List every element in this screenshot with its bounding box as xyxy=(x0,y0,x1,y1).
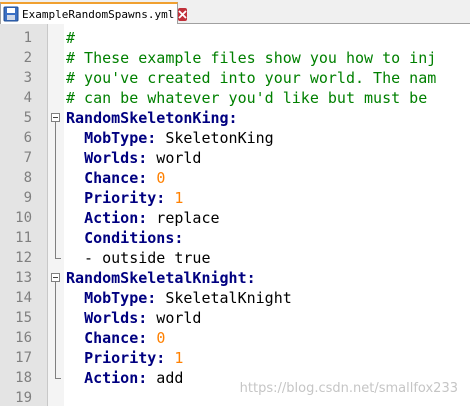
tab-filename: ExampleRandomSpawns.yml xyxy=(22,7,175,21)
line-number: 17 xyxy=(15,350,32,366)
code-text: Priority: 1 xyxy=(84,349,184,367)
code-text: Action: add xyxy=(84,369,184,387)
line-number: 9 xyxy=(23,190,32,206)
code-line[interactable]: 9 Priority: 1 xyxy=(0,188,470,208)
code-line[interactable]: 5 RandomSkeletonKing: xyxy=(0,108,470,128)
code-line[interactable]: 14 MobType: SkeletalKnight xyxy=(0,288,470,308)
tab-examplerandomspawns[interactable]: ExampleRandomSpawns.yml xyxy=(0,2,188,24)
code-line[interactable]: 8 Chance: 0 xyxy=(0,168,470,188)
code-line[interactable]: 12 - outside true xyxy=(0,248,470,268)
code-line[interactable]: 17 Priority: 1 xyxy=(0,348,470,368)
line-number: 11 xyxy=(15,230,32,246)
code-text: Priority: 1 xyxy=(84,189,184,207)
line-number: 18 xyxy=(15,370,32,386)
close-icon[interactable] xyxy=(178,7,188,21)
code-text: # xyxy=(66,29,76,47)
line-number: 13 xyxy=(15,270,32,286)
code-line[interactable]: 13 RandomSkeletalKnight: xyxy=(0,268,470,288)
code-text: Conditions: xyxy=(84,229,184,247)
line-number: 19 xyxy=(15,390,32,406)
line-number: 2 xyxy=(23,50,32,66)
code-text: # These example files show you how to in… xyxy=(66,49,437,67)
code-editor[interactable]: 1 #2 # These example files show you how to… xyxy=(0,24,470,406)
line-number: 8 xyxy=(23,170,32,186)
code-text: RandomSkeletalKnight: xyxy=(66,269,256,287)
fold-guide-line xyxy=(55,282,56,378)
fold-end-marker xyxy=(55,378,61,379)
code-line[interactable]: 6 MobType: SkeletonKing xyxy=(0,128,470,148)
line-number: 16 xyxy=(15,330,32,346)
line-number: 10 xyxy=(15,210,32,226)
line-number: 15 xyxy=(15,310,32,326)
code-text: Chance: 0 xyxy=(84,329,166,347)
code-text: MobType: SkeletonKing xyxy=(84,129,274,147)
fold-toggle-icon[interactable] xyxy=(51,113,60,122)
line-number: 6 xyxy=(23,130,32,146)
code-text: # can be whatever you'd like but must be xyxy=(66,89,428,107)
fold-end-marker xyxy=(55,258,61,259)
code-line[interactable]: 16 Chance: 0 xyxy=(0,328,470,348)
code-text: RandomSkeletonKing: xyxy=(66,109,238,127)
code-text: Worlds: world xyxy=(84,149,202,167)
line-number: 3 xyxy=(23,70,32,86)
line-number: 7 xyxy=(23,150,32,166)
code-line[interactable]: 11 Conditions: xyxy=(0,228,470,248)
line-number: 5 xyxy=(23,110,32,126)
fold-toggle-icon[interactable] xyxy=(51,273,60,282)
code-line[interactable]: 4 # can be whatever you'd like but must b… xyxy=(0,88,470,108)
code-text: Action: replace xyxy=(84,209,220,227)
tab-bar: ExampleRandomSpawns.yml xyxy=(0,0,470,24)
code-line[interactable]: 3 # you've created into your world. The n… xyxy=(0,68,470,88)
code-text: # you've created into your world. The na… xyxy=(66,69,437,87)
line-number: 12 xyxy=(15,250,32,266)
line-number: 4 xyxy=(23,90,32,106)
code-text: - outside true xyxy=(66,249,211,267)
code-line[interactable]: 10 Action: replace xyxy=(0,208,470,228)
fold-guide-line xyxy=(55,122,56,258)
code-text: MobType: SkeletalKnight xyxy=(84,289,292,307)
code-line[interactable]: 1 # xyxy=(0,28,470,48)
code-line[interactable]: 2 # These example files show you how to i… xyxy=(0,48,470,68)
code-line[interactable]: 7 Worlds: world xyxy=(0,148,470,168)
line-number: 14 xyxy=(15,290,32,306)
file-save-icon xyxy=(3,6,19,22)
watermark: https://blog.csdn.net/smallfox233 xyxy=(239,381,458,396)
code-line[interactable]: 15 Worlds: world xyxy=(0,308,470,328)
code-text: Worlds: world xyxy=(84,309,202,327)
code-text: Chance: 0 xyxy=(84,169,166,187)
line-number: 1 xyxy=(23,30,32,46)
